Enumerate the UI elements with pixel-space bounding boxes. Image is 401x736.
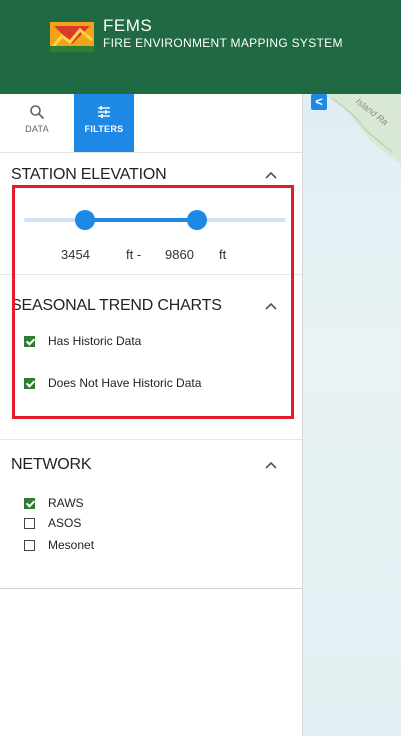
map-coastline <box>322 94 401 164</box>
checkbox-checked[interactable] <box>24 498 35 509</box>
sliders-icon <box>98 106 110 118</box>
chevron-up-icon[interactable] <box>264 460 278 470</box>
app-header: FEMS FIRE ENVIRONMENT MAPPING SYSTEM <box>0 0 401 94</box>
checkbox-unchecked[interactable] <box>24 518 35 529</box>
tab-data[interactable]: DATA <box>7 94 67 152</box>
checkbox-unchecked[interactable] <box>24 540 35 551</box>
tab-data-label: DATA <box>25 124 49 134</box>
checkbox-label: ASOS <box>48 516 82 530</box>
tab-filters-label: FILTERS <box>84 124 124 134</box>
checkbox-label: Mesonet <box>48 538 95 552</box>
map-view[interactable] <box>302 94 401 736</box>
section-title-station-elevation: STATION ELEVATION <box>11 166 167 183</box>
brand: FEMS FIRE ENVIRONMENT MAPPING SYSTEM <box>103 17 343 50</box>
fems-logo-icon <box>50 22 94 52</box>
tab-filters[interactable]: FILTERS <box>74 94 134 152</box>
checkbox-label: RAWS <box>48 496 84 510</box>
section-title-network: NETWORK <box>11 456 92 473</box>
search-icon <box>30 105 45 120</box>
app-short-name: FEMS <box>103 16 153 35</box>
chevron-up-icon[interactable] <box>264 170 278 180</box>
highlight-box <box>12 185 294 419</box>
app-full-name: FIRE ENVIRONMENT MAPPING SYSTEM <box>103 36 343 50</box>
panel-tabs: DATA FILTERS <box>0 94 302 153</box>
divider <box>0 439 302 440</box>
divider <box>0 588 302 589</box>
collapse-panel-button[interactable]: < <box>311 94 327 110</box>
